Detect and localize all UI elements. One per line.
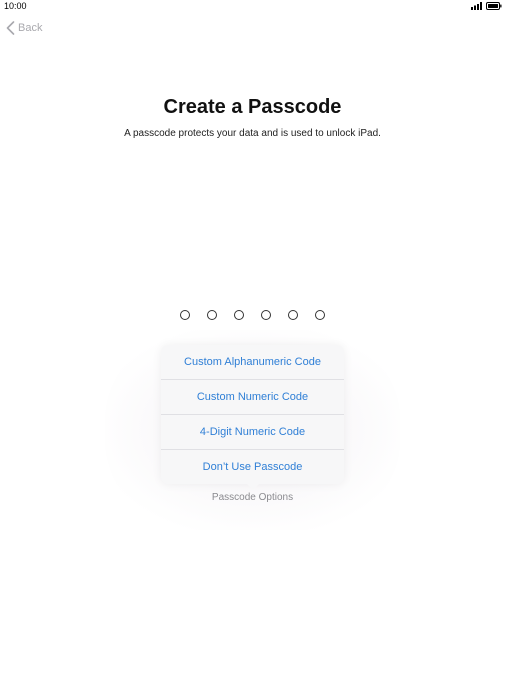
passcode-dot bbox=[207, 310, 217, 320]
chevron-left-icon bbox=[6, 21, 15, 35]
passcode-dot bbox=[288, 310, 298, 320]
back-label: Back bbox=[18, 22, 43, 34]
passcode-dot bbox=[315, 310, 325, 320]
option-custom-numeric-code[interactable]: Custom Numeric Code bbox=[161, 380, 344, 415]
option-4-digit-numeric-code[interactable]: 4-Digit Numeric Code bbox=[161, 415, 344, 450]
signal-bars-icon bbox=[471, 2, 482, 10]
status-time: 10:00 bbox=[4, 1, 27, 11]
option-dont-use-passcode[interactable]: Don’t Use Passcode bbox=[161, 450, 344, 484]
battery-icon bbox=[486, 2, 502, 10]
passcode-options-popover: Custom Alphanumeric Code Custom Numeric … bbox=[161, 345, 344, 484]
back-button[interactable]: Back bbox=[6, 20, 42, 36]
passcode-options-button[interactable]: Passcode Options bbox=[0, 492, 505, 504]
passcode-dot bbox=[261, 310, 271, 320]
option-custom-alphanumeric-code[interactable]: Custom Alphanumeric Code bbox=[161, 345, 344, 380]
page-title: Create a Passcode bbox=[163, 96, 342, 118]
passcode-dot bbox=[234, 310, 244, 320]
status-bar: 10:00 bbox=[0, 0, 505, 12]
passcode-dot bbox=[180, 310, 190, 320]
popover-arrow bbox=[246, 483, 260, 490]
passcode-setup-screen: 10:00 Back Create a Passcode A passcode … bbox=[0, 0, 505, 674]
page-subtitle: A passcode protects your data and is use… bbox=[124, 128, 381, 139]
passcode-entry-dots[interactable] bbox=[180, 309, 325, 323]
